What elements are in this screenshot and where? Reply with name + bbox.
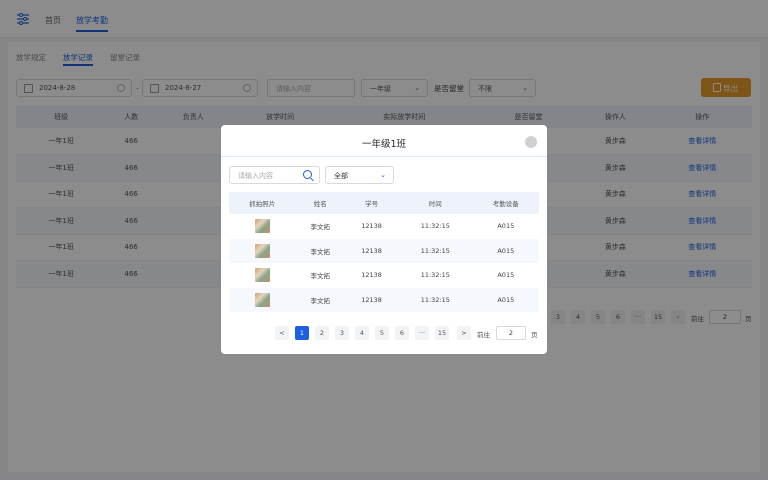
snapshot-photo[interactable]	[254, 219, 270, 234]
close-icon[interactable]	[525, 136, 537, 148]
snapshot-photo[interactable]	[254, 243, 270, 258]
next-page-button[interactable]: >	[457, 326, 471, 340]
cell-time: 11:32:15	[398, 238, 473, 263]
cell-name: 李文拓	[310, 223, 331, 232]
cell-device: A015	[472, 238, 539, 263]
page-ellipsis[interactable]: ···	[415, 326, 429, 340]
cell-student-id: 12138	[345, 287, 399, 312]
page-button[interactable]: 4	[355, 326, 369, 340]
cell-name: 李文拓	[295, 238, 346, 263]
cell-time: 11:32:15	[420, 222, 450, 231]
modal-search-placeholder: 请输入内容	[238, 172, 273, 180]
page-button[interactable]: 15	[435, 326, 449, 340]
page-button[interactable]: 6	[395, 326, 409, 340]
chevron-down-icon: ⌄	[380, 171, 386, 179]
table-header-row: 抓拍照片 姓名 学号 时间 考勤设备	[229, 192, 539, 214]
cell-device: A015	[497, 222, 515, 231]
prev-page-button[interactable]: <	[275, 326, 289, 340]
column-header: 姓名	[295, 192, 346, 214]
column-header: 考勤设备	[472, 192, 539, 214]
column-header: 抓拍照片	[229, 192, 296, 214]
snapshot-photo[interactable]	[254, 292, 270, 307]
cell-student-id: 12138	[361, 271, 382, 280]
modal-select-value: 全部	[334, 172, 348, 180]
modal-pagination: < 1 2 3 4 5 6 ··· 15 > 前往 2 页	[275, 326, 541, 340]
snapshot-photo[interactable]	[254, 268, 270, 283]
table-row: 李文拓 12138 11:32:15 A015	[229, 214, 539, 239]
table-row: 李文拓 12138 11:32:15 A015	[229, 287, 539, 312]
page-button-active[interactable]: 1	[295, 326, 309, 340]
table-row: 李文拓 12138 11:32:15 A015	[229, 238, 539, 263]
modal-search-input[interactable]: 请输入内容	[229, 166, 320, 184]
cell-student-id: 12138	[345, 238, 399, 263]
cell-name: 李文拓	[295, 287, 346, 312]
student-table: 抓拍照片 姓名 学号 时间 考勤设备 李文拓 12138 11:32:15 A015 …	[229, 192, 539, 312]
cell-time: 11:32:15	[398, 287, 473, 312]
goto-prefix: 前往	[477, 331, 490, 339]
column-header: 时间	[398, 192, 473, 214]
goto-suffix: 页	[531, 331, 538, 339]
cell-student-id: 12138	[361, 222, 382, 231]
modal-status-select[interactable]: 全部 ⌄	[325, 166, 394, 184]
cell-name: 李文拓	[310, 272, 331, 281]
page-button[interactable]: 3	[335, 326, 349, 340]
cell-device: A015	[497, 271, 515, 280]
table-row: 李文拓 12138 11:32:15 A015	[229, 263, 539, 288]
modal-title: 一年级1班	[361, 139, 407, 150]
class-detail-modal: 一年级1班 请输入内容 全部 ⌄ 抓拍照片 姓名 学号 时间 考勤设备 李文拓 1…	[221, 125, 547, 354]
column-header: 学号	[345, 192, 399, 214]
page-button[interactable]: 5	[375, 326, 389, 340]
page-button[interactable]: 2	[315, 326, 329, 340]
modal-divider	[221, 156, 547, 157]
cell-time: 11:32:15	[420, 271, 450, 280]
search-icon[interactable]	[303, 170, 312, 179]
cell-device: A015	[472, 287, 539, 312]
goto-page-input[interactable]: 2	[496, 326, 526, 340]
